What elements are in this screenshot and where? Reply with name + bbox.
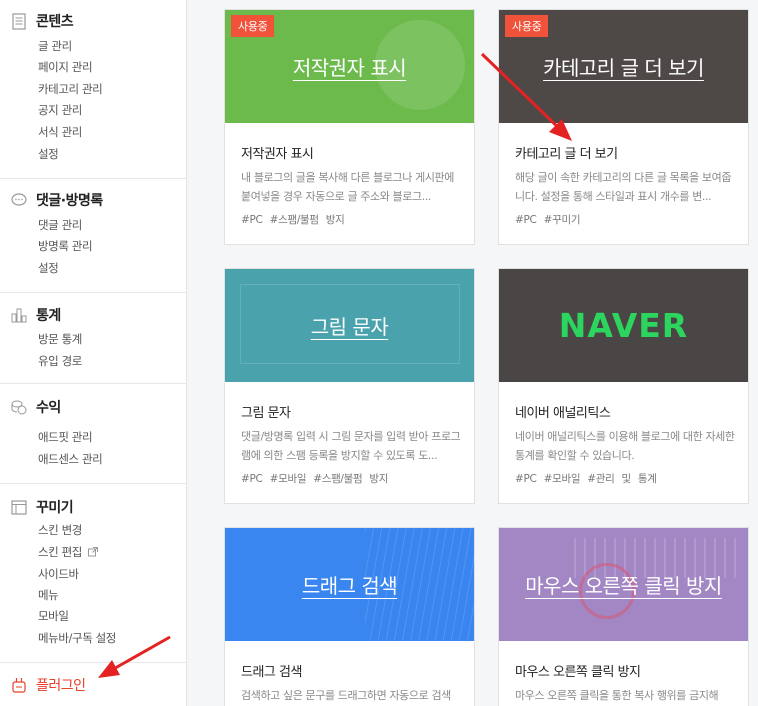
document-icon bbox=[10, 12, 28, 30]
card-thumbnail: 드래그 검색 bbox=[225, 528, 474, 641]
external-link-icon bbox=[88, 546, 99, 560]
section-stats-title: 통계 bbox=[36, 308, 61, 324]
layout-icon bbox=[10, 498, 28, 516]
card-tags: #PC #모바일 #관리 및 통계 bbox=[515, 473, 657, 485]
sidebar-item-plugin[interactable]: 플러그인 bbox=[10, 675, 86, 695]
divider bbox=[0, 292, 187, 293]
card-thumbnail: 마우스 오른쪽 클릭 방지 bbox=[499, 528, 748, 641]
plugin-card-copyright[interactable]: 저작권자 표시 사용중 저작권자 표시 내 블로그의 글을 복사해 다른 블로그… bbox=[224, 9, 475, 245]
section-decorate-title: 꾸미기 bbox=[36, 500, 74, 516]
sidebar-item-menu[interactable]: 메뉴 bbox=[38, 587, 59, 603]
divider bbox=[0, 178, 187, 179]
divider bbox=[0, 483, 187, 484]
skin-edit-label: 스킨 편집 bbox=[38, 545, 82, 559]
sidebar-item-guestbook-manage[interactable]: 방명록 관리 bbox=[38, 238, 93, 254]
section-content-header[interactable]: 콘텐츠 bbox=[10, 11, 74, 31]
sidebar-item-post-manage[interactable]: 글 관리 bbox=[38, 38, 72, 54]
sidebar-item-adfit-manage[interactable]: 애드핏 관리 bbox=[38, 429, 93, 445]
sidebar-item-page-manage[interactable]: 페이지 관리 bbox=[38, 59, 93, 75]
sidebar-item-notice-manage[interactable]: 공지 관리 bbox=[38, 102, 82, 118]
in-use-badge: 사용중 bbox=[505, 15, 549, 37]
card-title: 그림 문자 bbox=[241, 406, 291, 421]
sidebar-item-content-settings[interactable]: 설정 bbox=[38, 146, 59, 162]
sidebar-item-menubar-subscribe[interactable]: 메뉴바/구독 설정 bbox=[38, 630, 116, 646]
sidebar-item-mobile[interactable]: 모바일 bbox=[38, 608, 69, 624]
plugin-card-right-click-block[interactable]: 마우스 오른쪽 클릭 방지 마우스 오른쪽 클릭 방지 마우스 오른쪽 클릭을 … bbox=[498, 527, 749, 706]
card-title: 카테고리 글 더 보기 bbox=[515, 147, 618, 162]
card-description: 네이버 애널리틱스를 이용해 블로그에 대한 자세한 통계를 확인할 수 있습니… bbox=[515, 430, 735, 462]
sidebar-item-category-manage[interactable]: 카테고리 관리 bbox=[38, 81, 103, 97]
card-description: 마우스 오른쪽 클릭을 통한 복사 행위를 금지해 bbox=[515, 689, 719, 702]
naver-logo: NAVER bbox=[558, 306, 689, 345]
sidebar-item-referrer[interactable]: 유입 경로 bbox=[38, 353, 82, 369]
thumbnail-title: 카테고리 글 더 보기 bbox=[543, 56, 704, 80]
sidebar-item-skin-change[interactable]: 스킨 변경 bbox=[38, 522, 82, 538]
thumbnail-title: 저작권자 표시 bbox=[292, 56, 407, 80]
card-description: 해당 글이 속한 카테고리의 다른 글 목록을 보여줍니다. 설정을 통해 스타… bbox=[515, 171, 732, 203]
card-tags: #PC #꾸미기 bbox=[515, 214, 581, 226]
section-decorate-header[interactable]: 꾸미기 bbox=[10, 497, 74, 517]
sidebar-item-sidebar[interactable]: 사이드바 bbox=[38, 566, 79, 582]
card-tags: #PC #스팸/불펌 방지 bbox=[241, 214, 345, 226]
section-revenue-title: 수익 bbox=[36, 400, 61, 416]
in-use-badge: 사용중 bbox=[231, 15, 275, 37]
card-title: 네이버 애널리틱스 bbox=[515, 406, 611, 421]
plug-icon bbox=[10, 676, 28, 694]
plugin-card-naver-analytics[interactable]: NAVER 네이버 애널리틱스 네이버 애널리틱스를 이용해 블로그에 대한 자… bbox=[498, 268, 749, 504]
sidebar-item-adsense-manage[interactable]: 애드센스 관리 bbox=[38, 451, 103, 467]
sidebar-item-template-manage[interactable]: 서식 관리 bbox=[38, 124, 82, 140]
thumbnail-title: 마우스 오른쪽 클릭 방지 bbox=[525, 574, 722, 598]
card-title: 마우스 오른쪽 클릭 방지 bbox=[515, 665, 641, 680]
plugin-card-drag-search[interactable]: 드래그 검색 드래그 검색 검색하고 싶은 문구를 드래그하면 자동으로 검색 bbox=[224, 527, 475, 706]
card-description: 댓글/방명록 입력 시 그림 문자를 입력 받아 프로그램에 의한 스팸 등록을… bbox=[241, 430, 461, 462]
thumbnail-title: 그림 문자 bbox=[310, 315, 389, 339]
card-description: 검색하고 싶은 문구를 드래그하면 자동으로 검색 bbox=[241, 689, 451, 702]
sidebar: 콘텐츠 글 관리 페이지 관리 카테고리 관리 공지 관리 서식 관리 설정 댓… bbox=[0, 0, 187, 706]
section-comments-header[interactable]: 댓글·방명록 bbox=[10, 190, 103, 210]
sidebar-item-comment-manage[interactable]: 댓글 관리 bbox=[38, 217, 82, 233]
plugin-title: 플러그인 bbox=[36, 678, 86, 694]
sidebar-item-visit-stats[interactable]: 방문 통계 bbox=[38, 331, 82, 347]
coins-icon bbox=[10, 398, 28, 416]
card-title: 저작권자 표시 bbox=[241, 147, 314, 162]
section-revenue-header[interactable]: 수익 bbox=[10, 397, 61, 417]
section-comments-title: 댓글·방명록 bbox=[36, 193, 103, 209]
sidebar-item-skin-edit[interactable]: 스킨 편집 bbox=[38, 544, 99, 560]
speech-bubble-icon bbox=[10, 191, 28, 209]
card-title: 드래그 검색 bbox=[241, 665, 302, 680]
thumbnail-title: 드래그 검색 bbox=[301, 574, 398, 598]
bar-chart-icon bbox=[10, 306, 28, 324]
card-thumbnail: 그림 문자 bbox=[225, 269, 474, 382]
plugin-card-category-more[interactable]: 카테고리 글 더 보기 사용중 카테고리 글 더 보기 해당 글이 속한 카테고… bbox=[498, 9, 749, 245]
sidebar-item-comment-settings[interactable]: 설정 bbox=[38, 260, 59, 276]
plugin-card-captcha[interactable]: 그림 문자 그림 문자 댓글/방명록 입력 시 그림 문자를 입력 받아 프로그… bbox=[224, 268, 475, 504]
card-thumbnail: NAVER bbox=[499, 269, 748, 382]
divider bbox=[0, 383, 187, 384]
section-content-title: 콘텐츠 bbox=[36, 14, 74, 30]
card-tags: #PC #모바일 #스팸/불펌 방지 bbox=[241, 473, 389, 485]
card-description: 내 블로그의 글을 복사해 다른 블로그나 게시판에 붙여넣을 경우 자동으로 … bbox=[241, 171, 454, 203]
divider bbox=[0, 662, 187, 663]
section-stats-header[interactable]: 통계 bbox=[10, 305, 61, 325]
